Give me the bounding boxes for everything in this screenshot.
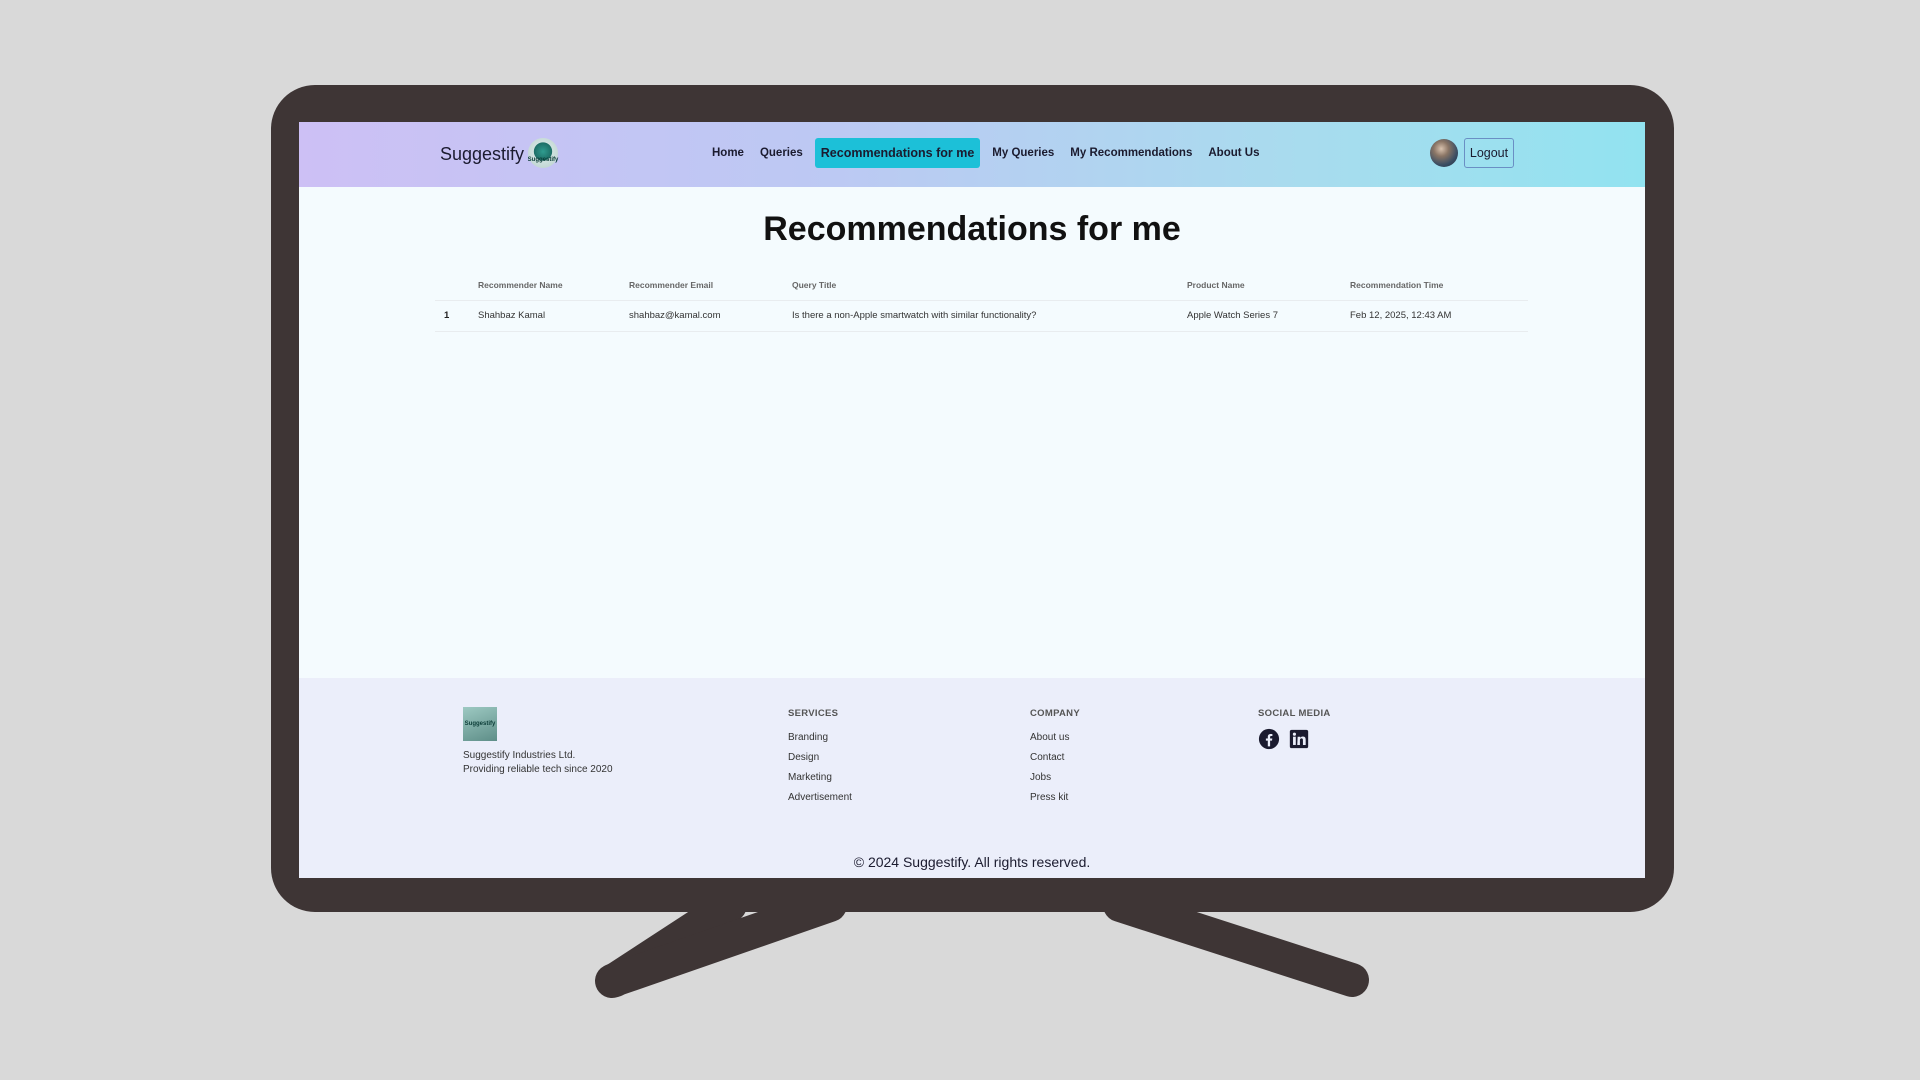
- recommender-name: Shahbaz Kamal: [478, 310, 546, 321]
- footer-link-contact[interactable]: Contact: [1030, 748, 1080, 768]
- company-name: Suggestify Industries Ltd.: [463, 750, 576, 761]
- footer-logo: Suggestify: [463, 707, 497, 741]
- nav-about-us[interactable]: About Us: [1200, 138, 1267, 168]
- nav-my-queries[interactable]: My Queries: [984, 138, 1062, 168]
- footer-link-marketing[interactable]: Marketing: [788, 768, 852, 788]
- brand-logo[interactable]: Suggestify: [528, 138, 558, 168]
- recommender-email: shahbaz@kamal.com: [629, 310, 721, 321]
- social-heading: SOCIAL MEDIA: [1258, 708, 1331, 719]
- column-header: Recommender Name: [478, 280, 563, 290]
- logo-text: Suggestify: [527, 157, 559, 163]
- avatar[interactable]: [1430, 139, 1458, 167]
- brand-name[interactable]: Suggestify: [440, 144, 524, 165]
- footer-link-advertisement[interactable]: Advertisement: [788, 788, 852, 808]
- column-header: Query Title: [792, 280, 837, 290]
- nav-recommendations-for-me[interactable]: Recommendations for me: [814, 138, 981, 168]
- recommendations-table: Recommender Name Recommender Email Query…: [435, 270, 1528, 332]
- footer: Suggestify Suggestify Industries Ltd. Pr…: [299, 678, 1645, 878]
- facebook-icon[interactable]: [1258, 728, 1280, 750]
- linkedin-icon[interactable]: [1288, 728, 1310, 750]
- nav-home[interactable]: Home: [704, 138, 752, 168]
- tagline: Providing reliable tech since 2020: [463, 764, 613, 775]
- browser-screen: Suggestify Suggestify Home Queries Recom…: [299, 122, 1645, 878]
- footer-link-jobs[interactable]: Jobs: [1030, 768, 1080, 788]
- column-header: Recommender Email: [629, 280, 714, 290]
- footer-link-about-us[interactable]: About us: [1030, 728, 1080, 748]
- navbar: Suggestify Suggestify Home Queries Recom…: [299, 122, 1645, 187]
- services-heading: SERVICES: [788, 708, 839, 719]
- company-column: COMPANY About us Contact Jobs Press kit: [1030, 708, 1080, 808]
- social-column: SOCIAL MEDIA: [1258, 708, 1331, 750]
- copyright: © 2024 Suggestify. All rights reserved.: [853, 854, 1091, 870]
- column-header: Product Name: [1187, 280, 1245, 290]
- company-heading: COMPANY: [1030, 708, 1080, 719]
- footer-link-design[interactable]: Design: [788, 748, 852, 768]
- social-icons: [1258, 728, 1331, 750]
- row-index: 1: [444, 310, 450, 321]
- query-title: Is there a non-Apple smartwatch with sim…: [792, 310, 1037, 321]
- nav-my-recommendations[interactable]: My Recommendations: [1062, 138, 1200, 168]
- nav-queries[interactable]: Queries: [752, 138, 811, 168]
- logout-button[interactable]: Logout: [1464, 138, 1514, 168]
- table-header: Recommender Name Recommender Email Query…: [435, 270, 1528, 301]
- page-title: Recommendations for me: [763, 210, 1181, 248]
- recommendation-time: Feb 12, 2025, 12:43 AM: [1350, 310, 1452, 321]
- product-name: Apple Watch Series 7: [1187, 310, 1278, 321]
- footer-logo-text: Suggestify: [464, 721, 496, 727]
- footer-link-branding[interactable]: Branding: [788, 728, 852, 748]
- services-column: SERVICES Branding Design Marketing Adver…: [788, 708, 852, 808]
- column-header: Recommendation Time: [1350, 280, 1444, 290]
- footer-link-press-kit[interactable]: Press kit: [1030, 788, 1080, 808]
- table-row: 1 Shahbaz Kamal shahbaz@kamal.com Is the…: [435, 301, 1528, 332]
- nav-links: Home Queries Recommendations for me My Q…: [704, 138, 1267, 168]
